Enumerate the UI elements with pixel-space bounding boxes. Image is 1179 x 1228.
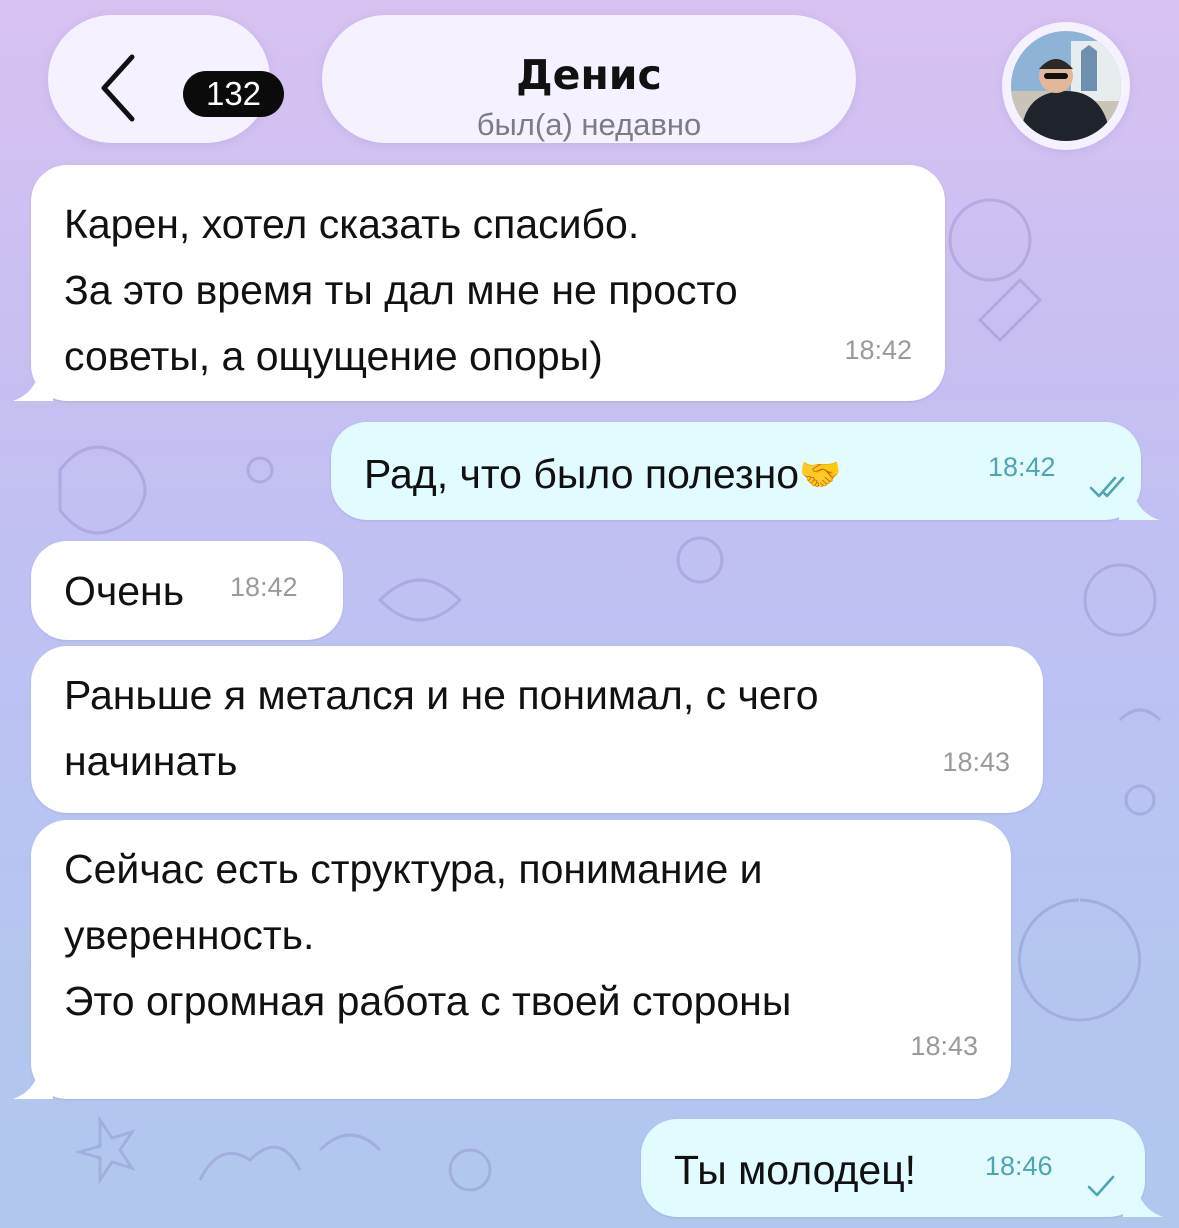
message-text: Ты молодец! (674, 1147, 917, 1193)
message-text: Очень (64, 568, 185, 614)
avatar[interactable] (1002, 22, 1130, 150)
message-text: Сейчас есть структура, понимание и увере… (64, 846, 792, 1024)
handshake-emoji: 🤝 (799, 456, 842, 494)
contact-name: Денис (516, 51, 662, 99)
message-outgoing[interactable]: Рад, что было полезно🤝 18:42 (331, 422, 1159, 520)
contact-status: был(а) недавно (476, 107, 702, 142)
message-text: Карен, хотел сказать спасибо. За это вре… (64, 201, 738, 379)
message-text: Рад, что было полезно🤝 (364, 441, 841, 508)
message-time: 18:43 (942, 747, 1010, 777)
message-incoming[interactable]: Сейчас есть структура, понимание и увере… (13, 820, 1011, 1099)
message-incoming[interactable]: Очень 18:42 (31, 541, 343, 640)
message-time: 18:43 (910, 1031, 978, 1061)
bubble-tail (1119, 490, 1159, 520)
bubble-tail (13, 1069, 53, 1099)
back-button[interactable]: 132 (48, 15, 284, 143)
message-text: Раньше я метался и не понимал, с чего на… (64, 672, 819, 784)
chevron-left-icon (101, 54, 135, 122)
message-incoming[interactable]: Карен, хотел сказать спасибо. За это вре… (13, 165, 945, 401)
bubble-tail (13, 371, 53, 401)
message-outgoing[interactable]: Ты молодец! 18:46 (641, 1119, 1163, 1217)
bubble-tail (1123, 1187, 1163, 1217)
message-time: 18:42 (988, 452, 1056, 482)
message-time: 18:42 (230, 572, 298, 602)
message-time: 18:46 (985, 1151, 1053, 1181)
message-time: 18:42 (844, 335, 912, 365)
check-icon (1087, 1175, 1115, 1197)
avatar-photo (1011, 31, 1121, 141)
unread-count-badge: 132 (183, 71, 284, 117)
message-incoming[interactable]: Раньше я метался и не понимал, с чего на… (31, 646, 1043, 813)
chat-title[interactable]: Денис был(а) недавно (322, 15, 856, 143)
